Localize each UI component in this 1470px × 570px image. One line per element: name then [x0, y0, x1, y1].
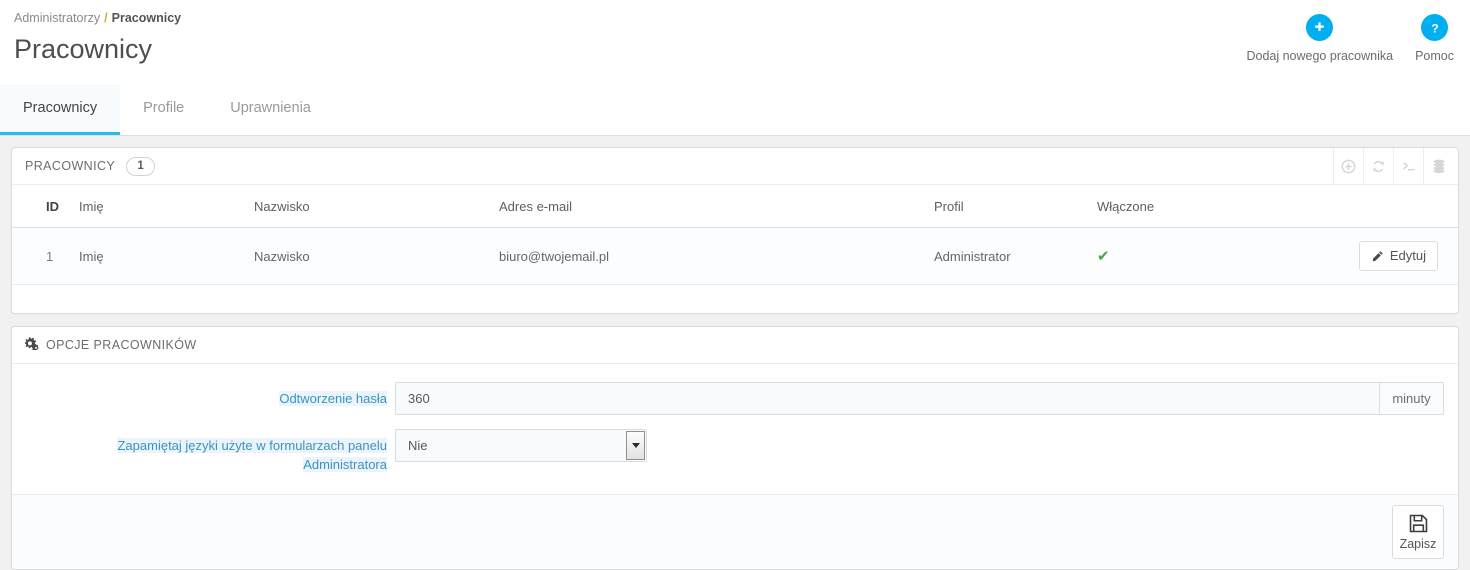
password-reset-control: minuty: [387, 382, 1444, 415]
tab-pracownicy-label: Pracownicy: [23, 100, 97, 116]
help-button[interactable]: ? Pomoc: [1407, 14, 1462, 63]
main-content: PRACOWNICY 1: [0, 136, 1470, 570]
cell-wlaczone: ✔: [1087, 228, 1267, 285]
save-button-label: Zapisz: [1400, 537, 1437, 551]
add-new-employee-button[interactable]: Dodaj nowego pracownika: [1238, 14, 1401, 63]
password-reset-input[interactable]: [395, 382, 1380, 415]
pencil-icon: [1371, 250, 1384, 263]
save-button[interactable]: Zapisz: [1392, 505, 1444, 559]
employees-table-head: ID Imię Nazwisko Adres e-mail Profil Włą…: [12, 185, 1458, 228]
password-reset-input-group: minuty: [395, 382, 1444, 415]
floppy-disk-icon: [1408, 513, 1429, 534]
employees-count-badge: 1: [126, 157, 155, 176]
employees-panel-toolbar: [1333, 148, 1458, 185]
employees-panel-title: PRACOWNICY: [25, 159, 115, 173]
breadcrumb-current: Pracownicy: [112, 11, 181, 25]
page-header: Administratorzy/Pracownicy Pracownicy Do…: [0, 0, 1470, 84]
options-panel-header: OPCJE PRACOWNIKÓW: [12, 327, 1458, 364]
password-reset-label: Odtworzenie hasła: [12, 382, 387, 408]
column-header-nazwisko[interactable]: Nazwisko: [244, 185, 489, 228]
options-panel-title: OPCJE PRACOWNIKÓW: [46, 338, 197, 352]
svg-text:?: ?: [1431, 21, 1438, 35]
add-new-employee-label: Dodaj nowego pracownika: [1246, 49, 1393, 63]
question-mark-icon: ?: [1421, 14, 1448, 41]
edit-button-label: Edytuj: [1390, 248, 1426, 264]
tab-pracownicy[interactable]: Pracownicy: [0, 84, 120, 135]
tab-uprawnienia-label: Uprawnienia: [230, 100, 311, 116]
employees-panel-header: PRACOWNICY 1: [12, 148, 1458, 185]
tab-profile-label: Profile: [143, 100, 184, 116]
breadcrumb-separator: /: [104, 11, 107, 25]
cell-id: 1: [12, 228, 69, 285]
tab-profile[interactable]: Profile: [120, 84, 207, 135]
database-icon[interactable]: [1424, 148, 1458, 185]
column-header-wlaczone[interactable]: Włączone: [1087, 185, 1267, 228]
column-header-email[interactable]: Adres e-mail: [489, 185, 924, 228]
employees-panel-spacer: [12, 285, 1458, 313]
employees-table-body: 1 Imię Nazwisko biuro@twojemail.pl Admin…: [12, 228, 1458, 285]
employees-panel-title-group: PRACOWNICY 1: [25, 157, 155, 176]
remember-languages-label-line2[interactable]: Administratora: [303, 457, 387, 472]
tab-uprawnienia[interactable]: Uprawnienia: [207, 84, 334, 135]
tab-bar: Pracownicy Profile Uprawnienia: [0, 84, 1470, 136]
options-form: Odtworzenie hasła minuty Zapamiętaj języ…: [12, 364, 1458, 494]
table-row[interactable]: 1 Imię Nazwisko biuro@twojemail.pl Admin…: [12, 228, 1458, 285]
form-row-remember-languages: Zapamiętaj języki użyte w formularzach p…: [12, 429, 1458, 474]
remember-languages-select[interactable]: Nie: [395, 429, 647, 462]
cell-profil: Administrator: [924, 228, 1087, 285]
refresh-icon[interactable]: [1364, 148, 1394, 185]
help-label: Pomoc: [1415, 49, 1454, 63]
table-header-row: ID Imię Nazwisko Adres e-mail Profil Włą…: [12, 185, 1458, 228]
add-circle-icon[interactable]: [1334, 148, 1364, 185]
form-row-password-reset: Odtworzenie hasła minuty: [12, 382, 1458, 415]
cell-email: biuro@twojemail.pl: [489, 228, 924, 285]
cell-imie: Imię: [69, 228, 244, 285]
enabled-check-icon: ✔: [1097, 248, 1110, 265]
employees-table: ID Imię Nazwisko Adres e-mail Profil Włą…: [12, 185, 1458, 285]
column-header-imie[interactable]: Imię: [69, 185, 244, 228]
plus-icon: [1306, 14, 1333, 41]
password-reset-unit-addon: minuty: [1380, 382, 1444, 415]
column-header-id[interactable]: ID: [12, 185, 69, 228]
remember-languages-control: Nie: [387, 429, 647, 462]
header-actions: Dodaj nowego pracownika ? Pomoc: [1238, 14, 1462, 63]
employee-options-panel: OPCJE PRACOWNIKÓW Odtworzenie hasła minu…: [11, 326, 1459, 570]
options-panel-title-group: OPCJE PRACOWNIKÓW: [25, 337, 197, 353]
password-reset-label-text[interactable]: Odtworzenie hasła: [279, 391, 387, 406]
remember-languages-label-line1[interactable]: Zapamiętaj języki użyte w formularzach p…: [117, 438, 387, 453]
options-panel-footer: Zapisz: [12, 494, 1458, 569]
cogs-icon: [25, 337, 40, 353]
employees-list-panel: PRACOWNICY 1: [11, 147, 1459, 314]
column-header-profil[interactable]: Profil: [924, 185, 1087, 228]
breadcrumb-parent-link[interactable]: Administratorzy: [14, 11, 100, 25]
remember-languages-label: Zapamiętaj języki użyte w formularzach p…: [12, 429, 387, 474]
remember-languages-selected-value: Nie: [396, 430, 626, 461]
cell-nazwisko: Nazwisko: [244, 228, 489, 285]
column-header-actions: [1267, 185, 1458, 228]
edit-button[interactable]: Edytuj: [1359, 241, 1438, 271]
cell-actions: Edytuj: [1267, 228, 1458, 285]
terminal-icon[interactable]: [1394, 148, 1424, 185]
chevron-down-icon[interactable]: [626, 431, 645, 460]
